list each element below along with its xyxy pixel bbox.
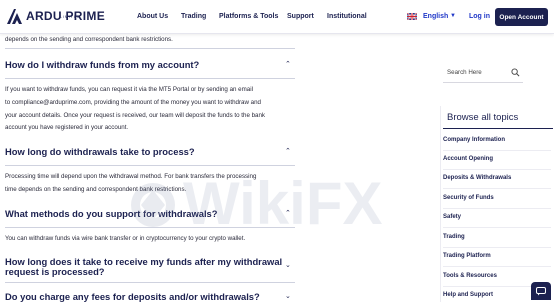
topic-security-of-funds[interactable]: Security of Funds <box>443 195 494 201</box>
nav-about-us[interactable]: About Us <box>137 13 168 20</box>
divider <box>443 188 551 189</box>
chat-button[interactable] <box>531 282 551 300</box>
faq-question-withdraw-funds[interactable]: How do I withdraw funds from my account? <box>5 59 295 70</box>
faq-question-receive-funds-line2[interactable]: request is processed? <box>5 266 295 277</box>
topic-deposits-withdrawals[interactable]: Deposits & Withdrawals <box>443 175 511 181</box>
divider <box>443 227 551 228</box>
faq-answer-line: You can withdraw funds via wire bank tra… <box>5 235 246 242</box>
chevron-up-icon[interactable]: ⌃ <box>285 209 291 217</box>
uk-flag-icon <box>407 13 417 20</box>
divider <box>5 165 295 166</box>
faq-answer-line: your account details. Once your request … <box>5 112 266 119</box>
chevron-up-icon[interactable]: ⌃ <box>285 60 291 68</box>
search-underline <box>443 82 523 83</box>
topic-trading[interactable]: Trading <box>443 234 465 240</box>
topic-tools-resources[interactable]: Tools & Resources <box>443 273 497 279</box>
ardu-prime-logo[interactable]: ARDU PRIME <box>6 6 105 26</box>
divider <box>5 48 295 49</box>
faq-question-fees[interactable]: Do you charge any fees for deposits and/… <box>5 291 295 302</box>
search-icon[interactable] <box>511 68 520 77</box>
topic-account-opening[interactable]: Account Opening <box>443 156 493 162</box>
faq-question-withdrawal-time[interactable]: How long do withdrawals take to process? <box>5 146 295 157</box>
topic-help-and-support[interactable]: Help and Support <box>443 292 493 298</box>
topic-safety[interactable]: Safety <box>443 214 461 220</box>
divider <box>443 169 551 170</box>
chevron-down-icon[interactable]: ⌄ <box>285 261 291 269</box>
search-input[interactable]: Search Here <box>447 69 482 76</box>
logo-subtext: LIMITED <box>60 15 81 19</box>
divider <box>443 208 551 209</box>
faq-question-withdrawal-methods[interactable]: What methods do you support for withdraw… <box>5 208 295 219</box>
nav-institutional[interactable]: Institutional <box>327 13 367 20</box>
topic-trading-platform[interactable]: Trading Platform <box>443 253 491 259</box>
divider <box>443 247 551 248</box>
nav-support[interactable]: Support <box>287 13 314 20</box>
chevron-up-icon[interactable]: ⌃ <box>285 147 291 155</box>
nav-trading[interactable]: Trading <box>181 13 206 20</box>
topic-company-information[interactable]: Company Information <box>443 137 505 143</box>
faq-answer-line: to compliance@arduprime.com, providing t… <box>5 99 261 106</box>
caret-down-icon[interactable]: ▼ <box>450 13 456 19</box>
nav-platforms-tools[interactable]: Platforms & Tools <box>219 13 278 20</box>
chat-icon <box>536 287 546 296</box>
faq-answer-line: Processing time will depend upon the wit… <box>5 173 257 180</box>
top-navbar: ARDU PRIME LIMITED About Us Trading Plat… <box>0 0 554 34</box>
login-link[interactable]: Log in <box>469 13 490 20</box>
divider <box>5 282 295 283</box>
open-account-button[interactable]: Open Account <box>495 8 548 26</box>
divider <box>443 150 551 151</box>
topics-title-underline <box>443 128 553 129</box>
divider <box>5 227 295 228</box>
logo-mark-icon <box>6 8 23 25</box>
chevron-down-icon[interactable]: ⌄ <box>285 292 291 300</box>
faq-answer-line: time depends on the sending and correspo… <box>5 186 187 193</box>
faq-answer-line: If you want to withdraw funds, you can r… <box>5 86 253 93</box>
topics-title: Browse all topics <box>447 112 519 123</box>
divider <box>5 78 295 79</box>
language-selector[interactable]: English <box>423 13 448 20</box>
faq-answer-line: account you have registered in your acco… <box>5 124 129 131</box>
answer-text-previous: depends on the sending and correspondent… <box>5 36 173 43</box>
divider <box>443 266 551 267</box>
